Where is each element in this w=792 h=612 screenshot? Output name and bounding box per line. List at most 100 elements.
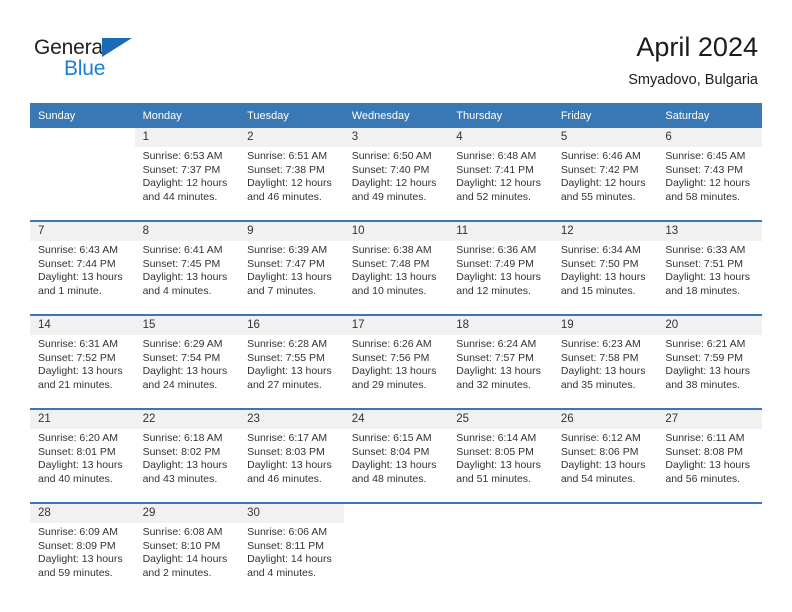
day-number[interactable]: 3: [343, 128, 449, 147]
daylight-text: Daylight: 13 hours and 12 minutes.: [456, 271, 541, 297]
sunset-text: Sunset: 7:50 PM: [560, 257, 639, 270]
day-cell-empty: [30, 147, 135, 221]
day-number[interactable]: 16: [239, 314, 344, 335]
sunrise-text: Sunrise: 6:09 AM: [38, 526, 118, 538]
sunset-text: Sunset: 7:48 PM: [351, 257, 430, 270]
week-info-row: Sunrise: 6:53 AM Sunset: 7:37 PM Daylight:…: [30, 147, 762, 221]
sunrise-text: Sunrise: 6:29 AM: [142, 338, 223, 350]
day-number[interactable]: 25: [448, 408, 553, 429]
daylight-text: Daylight: 12 hours and 55 minutes.: [560, 177, 646, 203]
day-cell: Sunrise: 6:26 AM Sunset: 7:56 PM Daylight:…: [343, 335, 449, 409]
day-number[interactable]: 5: [552, 128, 658, 147]
sunset-text: Sunset: 8:03 PM: [247, 445, 325, 458]
day-number[interactable]: 26: [552, 408, 658, 429]
day-cell: Sunrise: 6:36 AM Sunset: 7:49 PM Daylight:…: [448, 241, 553, 315]
day-number[interactable]: 20: [657, 314, 762, 335]
sunset-text: Sunset: 7:37 PM: [142, 163, 221, 176]
sunrise-text: Sunrise: 6:26 AM: [351, 338, 432, 350]
sunrise-text: Sunrise: 6:38 AM: [351, 244, 432, 256]
week-daynum-row: 21 22 23 24 25 26 27: [30, 408, 762, 429]
day-number[interactable]: 15: [134, 314, 240, 335]
daylight-text: Daylight: 13 hours and 1 minute.: [38, 271, 123, 297]
weekday-header-tuesday: Tuesday: [239, 103, 344, 128]
sunrise-text: Sunrise: 6:34 AM: [560, 244, 641, 256]
weekday-header-saturday: Saturday: [657, 103, 762, 128]
day-number-empty: [657, 502, 762, 523]
calendar-page: General Blue April 2024 Smyadovo, Bulgar…: [0, 0, 792, 612]
day-number[interactable]: 21: [30, 408, 135, 429]
day-number[interactable]: 12: [552, 220, 658, 241]
daylight-text: Daylight: 13 hours and 7 minutes.: [247, 271, 332, 297]
daylight-text: Daylight: 13 hours and 35 minutes.: [560, 365, 646, 391]
day-number[interactable]: 19: [552, 314, 658, 335]
day-number[interactable]: 6: [657, 128, 762, 147]
sunset-text: Sunset: 7:56 PM: [351, 351, 430, 364]
day-number[interactable]: 4: [448, 128, 553, 147]
sunrise-text: Sunrise: 6:15 AM: [351, 432, 432, 444]
sunset-text: Sunset: 7:47 PM: [247, 257, 325, 270]
day-number[interactable]: 13: [657, 220, 762, 241]
day-cell: Sunrise: 6:14 AM Sunset: 8:05 PM Daylight:…: [448, 429, 553, 503]
day-number[interactable]: 24: [343, 408, 449, 429]
sunrise-text: Sunrise: 6:33 AM: [665, 244, 746, 256]
weekday-header-monday: Monday: [134, 103, 240, 128]
calendar-header-row: Sunday Monday Tuesday Wednesday Thursday…: [30, 103, 762, 128]
day-cell: Sunrise: 6:09 AM Sunset: 8:09 PM Daylight:…: [30, 523, 135, 596]
daylight-text: Daylight: 13 hours and 59 minutes.: [38, 553, 123, 579]
day-number[interactable]: 22: [134, 408, 240, 429]
day-number[interactable]: 28: [30, 502, 135, 523]
week-daynum-row: 14 15 16 17 18 19 20: [30, 314, 762, 335]
daylight-text: Daylight: 13 hours and 46 minutes.: [247, 459, 332, 485]
sunrise-text: Sunrise: 6:39 AM: [247, 244, 328, 256]
day-number[interactable]: 17: [343, 314, 449, 335]
day-number[interactable]: 18: [448, 314, 553, 335]
day-cell: Sunrise: 6:41 AM Sunset: 7:45 PM Daylight:…: [134, 241, 240, 315]
day-cell: Sunrise: 6:46 AM Sunset: 7:42 PM Daylight:…: [552, 147, 658, 221]
day-cell: Sunrise: 6:43 AM Sunset: 7:44 PM Daylight:…: [30, 241, 135, 315]
day-number[interactable]: 23: [239, 408, 344, 429]
sunrise-text: Sunrise: 6:43 AM: [38, 244, 118, 256]
day-cell: Sunrise: 6:17 AM Sunset: 8:03 PM Daylight:…: [239, 429, 344, 503]
day-number[interactable]: 7: [30, 220, 135, 241]
week-daynum-row: 7 8 9 10 11 12 13: [30, 220, 762, 241]
day-number[interactable]: 14: [30, 314, 135, 335]
sunset-text: Sunset: 7:43 PM: [665, 163, 744, 176]
day-cell-empty: [448, 523, 553, 596]
sunrise-text: Sunrise: 6:41 AM: [142, 244, 223, 256]
day-number-empty: [30, 128, 135, 147]
day-number[interactable]: 10: [343, 220, 449, 241]
day-number[interactable]: 27: [657, 408, 762, 429]
sunrise-text: Sunrise: 6:11 AM: [665, 432, 745, 444]
day-cell: Sunrise: 6:21 AM Sunset: 7:59 PM Daylight:…: [657, 335, 762, 409]
week-daynum-row: 123456: [30, 128, 762, 147]
sunset-text: Sunset: 7:51 PM: [665, 257, 744, 270]
page-header: General Blue April 2024 Smyadovo, Bulgar…: [0, 0, 792, 100]
day-number[interactable]: 1: [134, 128, 240, 147]
day-number[interactable]: 2: [239, 128, 344, 147]
sunset-text: Sunset: 8:11 PM: [247, 539, 324, 552]
day-number[interactable]: 29: [134, 502, 240, 523]
daylight-text: Daylight: 13 hours and 21 minutes.: [38, 365, 123, 391]
day-number[interactable]: 8: [134, 220, 240, 241]
day-cell: Sunrise: 6:06 AM Sunset: 8:11 PM Daylight:…: [239, 523, 344, 596]
daylight-text: Daylight: 13 hours and 15 minutes.: [560, 271, 646, 297]
day-number[interactable]: 9: [239, 220, 344, 241]
sunset-text: Sunset: 8:04 PM: [351, 445, 430, 458]
sunrise-text: Sunrise: 6:46 AM: [560, 150, 641, 162]
daylight-text: Daylight: 13 hours and 43 minutes.: [142, 459, 228, 485]
week-info-row: Sunrise: 6:20 AM Sunset: 8:01 PM Daylight:…: [30, 429, 762, 503]
daylight-text: Daylight: 13 hours and 56 minutes.: [665, 459, 751, 485]
sunrise-text: Sunrise: 6:18 AM: [142, 432, 223, 444]
day-number[interactable]: 30: [239, 502, 344, 523]
day-number[interactable]: 11: [448, 220, 553, 241]
weekday-header-wednesday: Wednesday: [343, 103, 449, 128]
sunset-text: Sunset: 7:57 PM: [456, 351, 534, 364]
calendar-table: Sunday Monday Tuesday Wednesday Thursday…: [30, 103, 762, 596]
daylight-text: Daylight: 13 hours and 51 minutes.: [456, 459, 541, 485]
day-cell-empty: [657, 523, 762, 596]
sunset-text: Sunset: 8:05 PM: [456, 445, 534, 458]
sunrise-text: Sunrise: 6:24 AM: [456, 338, 537, 350]
day-cell-empty: [343, 523, 449, 596]
day-cell: Sunrise: 6:23 AM Sunset: 7:58 PM Daylight:…: [552, 335, 658, 409]
weekday-header-thursday: Thursday: [448, 103, 553, 128]
